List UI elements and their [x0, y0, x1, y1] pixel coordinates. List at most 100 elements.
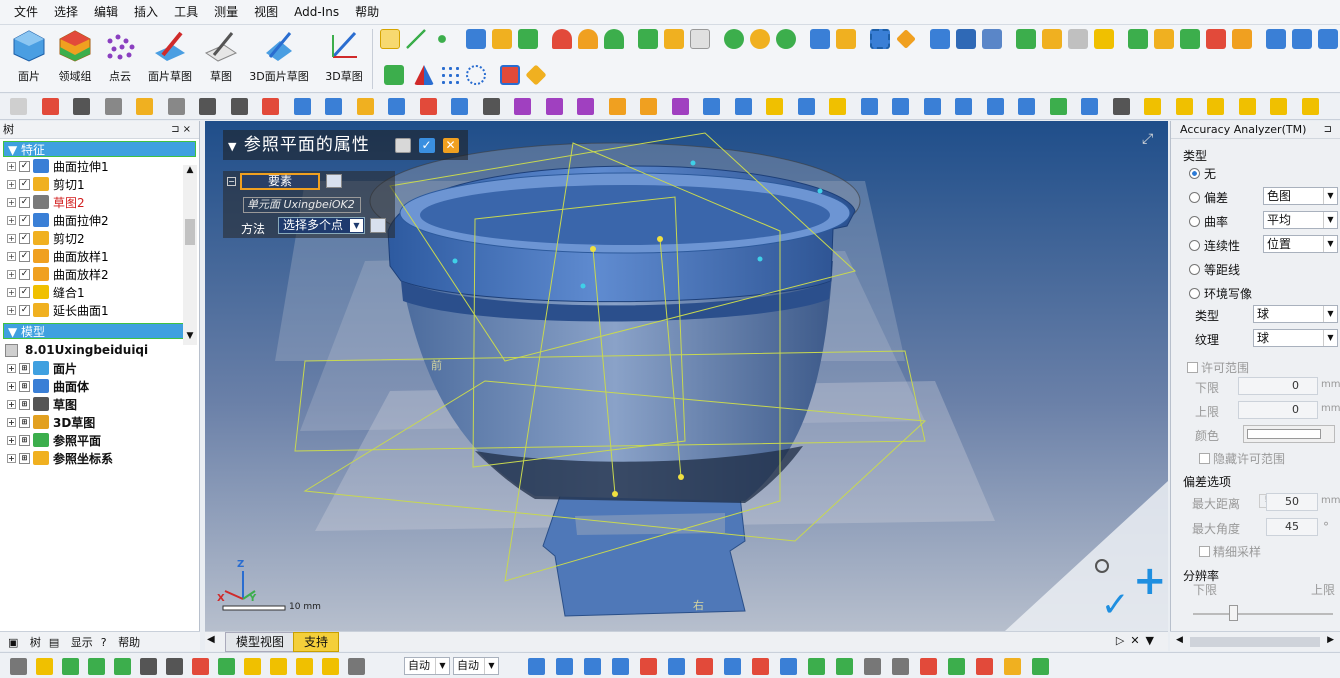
expand-icon[interactable]: +: [7, 215, 16, 225]
mesh-sketch-button[interactable]: 面片草图: [146, 29, 194, 89]
horizontal-scroll-thumb[interactable]: [1190, 637, 1320, 647]
view-tool-icon[interactable]: [293, 98, 311, 115]
3d-viewport[interactable]: 前 右 Z X Y 10 mm ▼ 参照平面的属性 ✓ ✕ − 要素 单元面 U…: [205, 121, 1168, 631]
lower-input[interactable]: 0: [1238, 377, 1318, 395]
menu-file[interactable]: 文件: [6, 0, 46, 25]
feature-row[interactable]: + ✓ 剪切1: [0, 175, 199, 193]
scroll-left-icon[interactable]: ◀: [1176, 635, 1183, 645]
menu-addins[interactable]: Add-Ins: [286, 0, 347, 25]
filter-tool-icon[interactable]: [948, 658, 965, 675]
resolution-slider[interactable]: [1229, 605, 1238, 621]
texture-combo[interactable]: 球 ▼: [1253, 329, 1338, 347]
split-icon[interactable]: [1232, 29, 1252, 49]
filter-tool-icon[interactable]: [556, 658, 573, 675]
surface-loft-icon[interactable]: [578, 29, 598, 49]
analysis-option[interactable]: 环境写像: [1189, 285, 1252, 302]
surface-add-icon[interactable]: [384, 65, 404, 85]
view-tool-icon[interactable]: [167, 98, 185, 115]
move-body-icon[interactable]: [1042, 29, 1062, 49]
method-dropdown[interactable]: 选择多个点 ▼: [278, 217, 365, 234]
view-tool-icon[interactable]: [1207, 98, 1224, 115]
extend-icon[interactable]: [750, 29, 770, 49]
visibility-checkbox[interactable]: ✓: [19, 196, 30, 208]
copy-body-icon[interactable]: [1016, 29, 1036, 49]
expand-icon[interactable]: +: [7, 233, 16, 243]
visibility-checkbox[interactable]: ✓: [19, 178, 30, 190]
selection-tool-icon[interactable]: [270, 658, 287, 675]
pin-icon[interactable]: ⊐ ×: [171, 121, 191, 139]
view-tool-icon[interactable]: [1081, 98, 1098, 115]
view-tool-icon[interactable]: [482, 98, 500, 115]
visibility-checkbox[interactable]: ⊞: [19, 362, 30, 374]
expand-icon[interactable]: +: [7, 453, 16, 463]
filter-tool-icon[interactable]: [920, 658, 937, 675]
view-tool-icon[interactable]: [136, 98, 153, 115]
delete-body-icon[interactable]: [1292, 29, 1312, 49]
filter-combo-2[interactable]: 自动 ▼: [453, 657, 499, 675]
view-tool-icon[interactable]: [766, 98, 783, 115]
filter-tool-icon[interactable]: [836, 658, 853, 675]
3d-mesh-sketch-button[interactable]: 3D面片草图: [248, 29, 310, 89]
view-tool-icon[interactable]: [892, 98, 909, 115]
view-tool-icon[interactable]: [640, 98, 657, 115]
analysis-option[interactable]: 等距线: [1189, 261, 1240, 278]
tab-support[interactable]: 支持: [293, 632, 340, 652]
view-tool-icon[interactable]: [1301, 98, 1319, 115]
element-collapse-icon[interactable]: −: [227, 177, 236, 186]
view-tool-icon[interactable]: [1018, 98, 1035, 115]
model-item[interactable]: + ⊞ 参照平面: [0, 431, 199, 449]
view-tool-icon[interactable]: [230, 98, 248, 115]
align-icon[interactable]: [1318, 29, 1338, 49]
expand-icon[interactable]: +: [7, 305, 16, 315]
model-item[interactable]: + ⊞ 参照坐标系: [0, 449, 199, 467]
confirm-check-icon[interactable]: ✓: [1101, 587, 1130, 623]
fit-view-icon[interactable]: [870, 29, 890, 49]
feature-row[interactable]: + ✓ 剪切2: [0, 229, 199, 247]
view-tool-icon[interactable]: [10, 98, 27, 115]
region-group-button[interactable]: 领域组: [54, 29, 96, 89]
zoom-icon[interactable]: [1095, 559, 1109, 573]
features-scrollbar[interactable]: ▲ ▼: [183, 165, 197, 345]
view-tool-icon[interactable]: [1049, 98, 1067, 115]
filter-tool-icon[interactable]: [640, 658, 657, 675]
filter-tool-icon[interactable]: [696, 658, 713, 675]
view-tool-icon[interactable]: [923, 98, 941, 115]
visibility-checkbox[interactable]: ✓: [19, 214, 30, 226]
view-tool-icon[interactable]: [1270, 98, 1287, 115]
feature-row[interactable]: + ✓ 缝合1: [0, 283, 199, 301]
visibility-checkbox[interactable]: ✓: [19, 250, 30, 262]
radio-button[interactable]: [1189, 240, 1200, 251]
feature-row[interactable]: + ✓ 曲面放样2: [0, 265, 199, 283]
collapse-arrow-icon[interactable]: ▼: [228, 140, 237, 153]
view-tool-icon[interactable]: [514, 98, 531, 115]
chamfer-icon[interactable]: [664, 29, 684, 49]
filter-tool-icon[interactable]: [892, 658, 909, 675]
pattern-icon[interactable]: [1094, 29, 1114, 49]
view-tool-icon[interactable]: [1112, 98, 1130, 115]
pin-icon[interactable]: ⊐: [1324, 121, 1332, 139]
view-tool-icon[interactable]: [860, 98, 878, 115]
model-root[interactable]: 8.01Uxingbeiduiqi: [0, 341, 199, 359]
filter-tool-icon[interactable]: [1032, 658, 1049, 675]
sweep-icon[interactable]: [518, 29, 538, 49]
selection-tool-icon[interactable]: [244, 658, 261, 675]
model-item[interactable]: + ⊞ 草图: [0, 395, 199, 413]
view-tool-icon[interactable]: [356, 98, 374, 115]
model-item[interactable]: + ⊞ 曲面体: [0, 377, 199, 395]
selection-tool-icon[interactable]: [62, 658, 79, 675]
grid-pattern-icon[interactable]: [440, 65, 460, 85]
cut-surface-icon[interactable]: [1206, 29, 1226, 49]
selection-tool-icon[interactable]: [140, 658, 157, 675]
offset-icon[interactable]: [776, 29, 796, 49]
view-tool-icon[interactable]: [73, 98, 90, 115]
scroll-right-icon[interactable]: ▶: [1327, 635, 1334, 645]
visibility-checkbox[interactable]: ⊞: [19, 380, 30, 392]
boolean-icon[interactable]: [810, 29, 830, 49]
view-tool-icon[interactable]: [955, 98, 972, 115]
mirror-icon[interactable]: [414, 65, 434, 85]
solid-hull-icon[interactable]: [982, 29, 1002, 49]
view-tool-icon[interactable]: [262, 98, 279, 115]
analysis-option[interactable]: 曲率: [1189, 213, 1228, 230]
draft-icon[interactable]: [690, 29, 710, 49]
tab-help[interactable]: ? 帮助: [101, 634, 140, 650]
